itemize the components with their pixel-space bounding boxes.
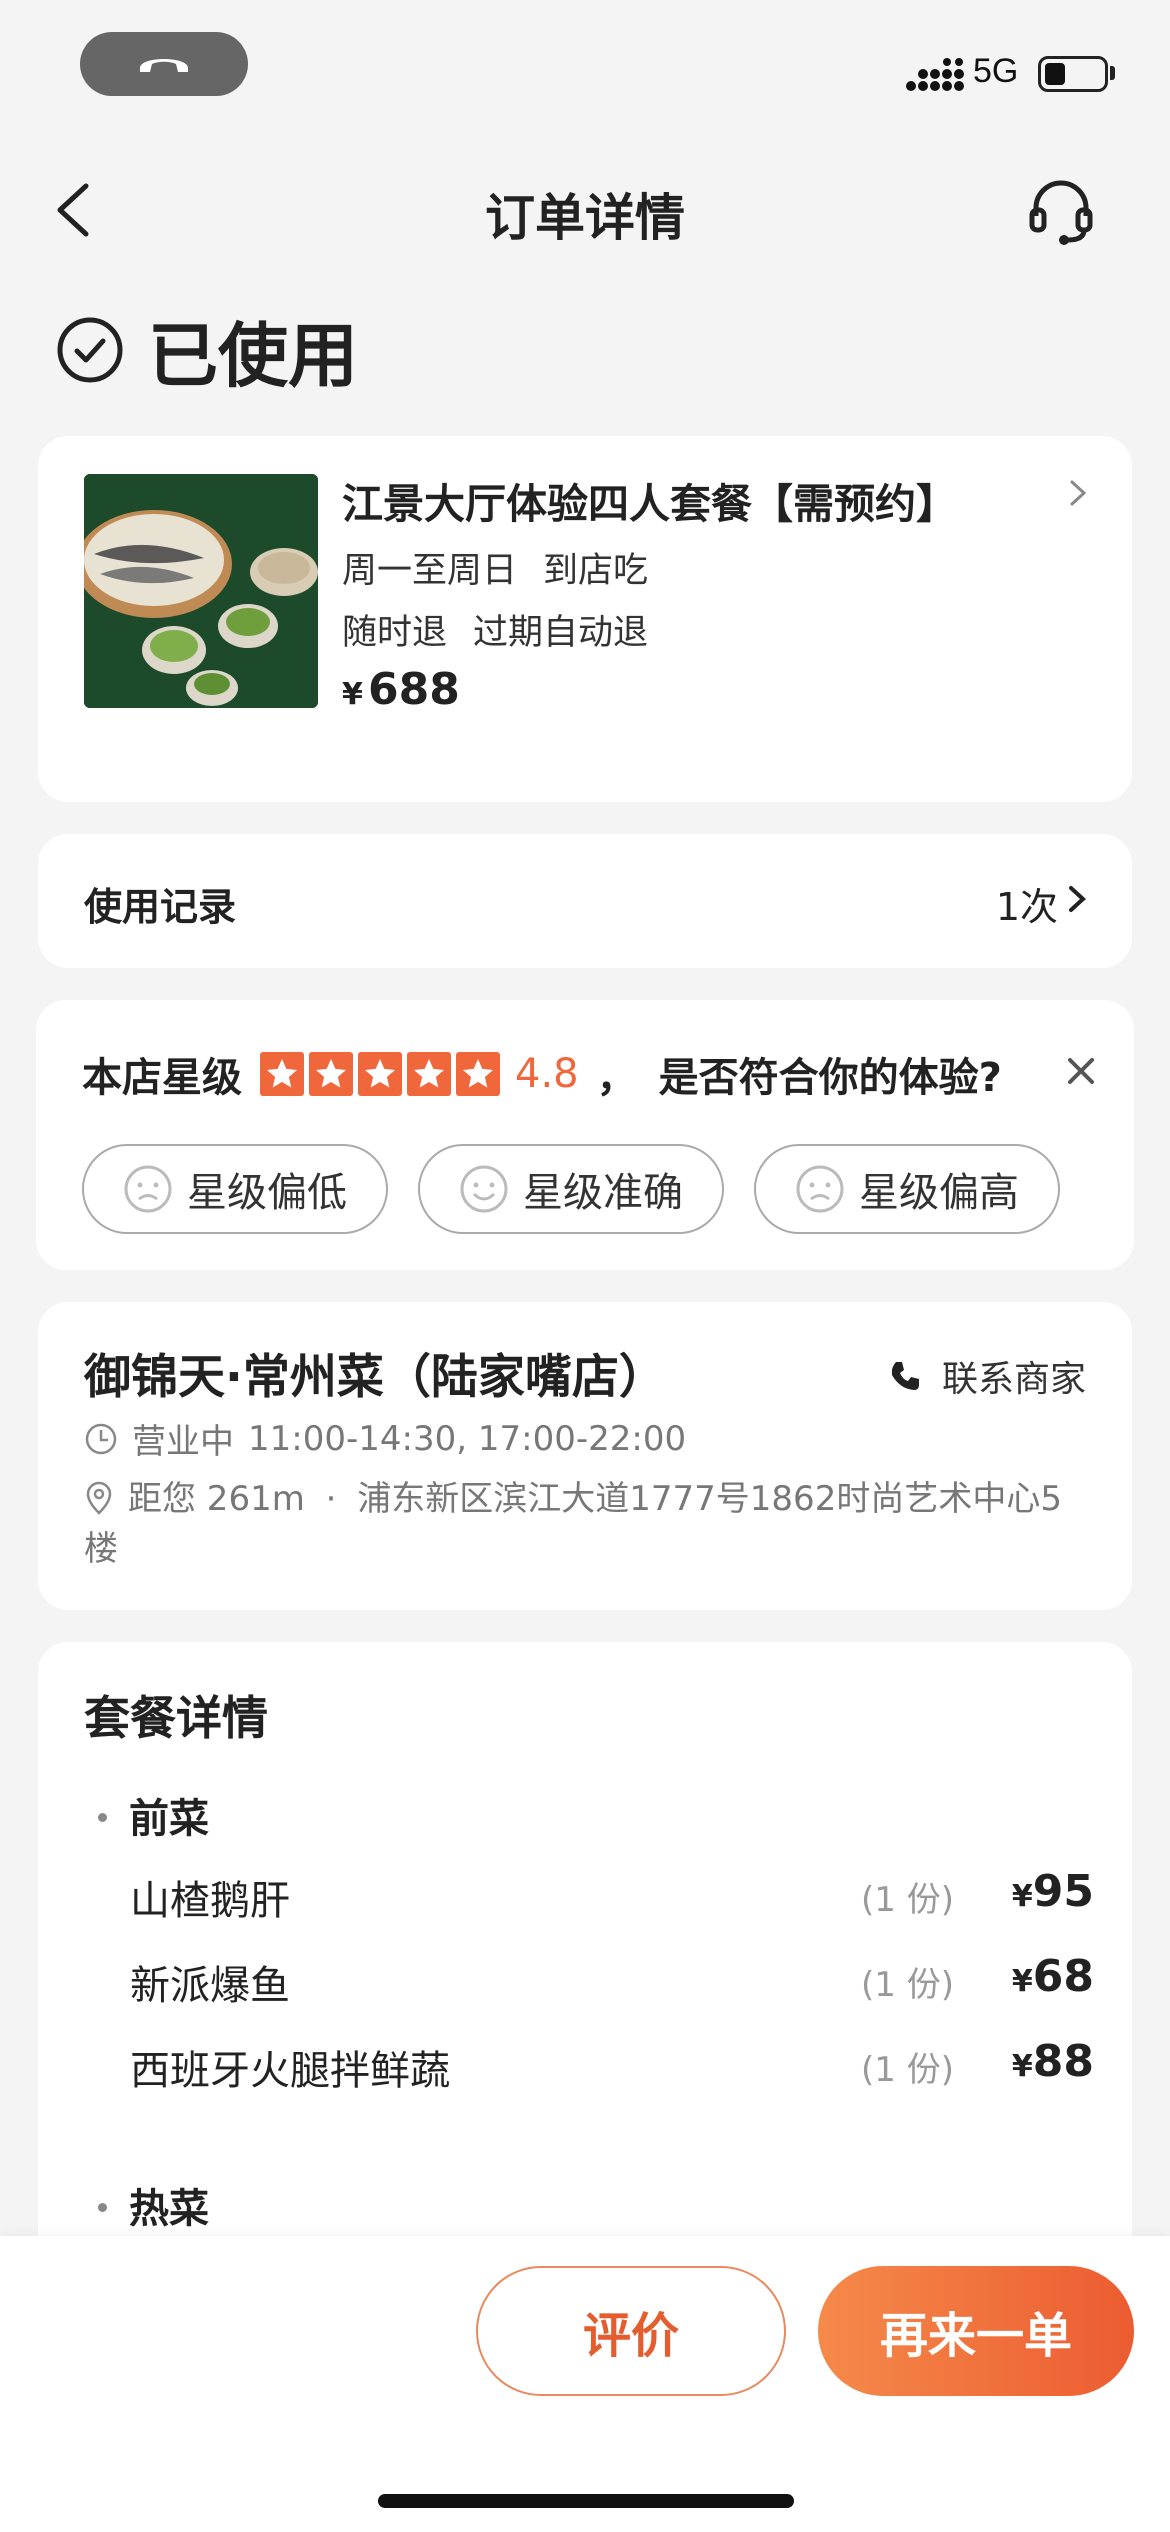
section-name: 热菜 [129, 2186, 209, 2232]
package-title: 套餐详情 [84, 1691, 268, 1745]
location-pin-icon [86, 1481, 112, 1515]
usage-count: 1次 [995, 885, 1058, 929]
page-title: 订单详情 [485, 189, 685, 247]
store-address[interactable]: 距您 261m · 浦东新区滨江大道1777号1862时尚艺术中心5楼 [84, 1474, 1094, 1574]
headset-icon[interactable] [1026, 176, 1096, 246]
item-name: 山楂鹅肝 [130, 1878, 290, 1924]
store-hours: 营业中 11:00-14:30, 17:00-22:00 [84, 1414, 700, 1463]
section-name: 前菜 [129, 1796, 209, 1842]
currency-symbol: ¥ [342, 677, 363, 712]
rating-option-low-button[interactable]: 星级偏低 [82, 1144, 388, 1234]
phone-hangup-icon [140, 59, 188, 72]
rating-option-label: 星级偏低 [187, 1170, 347, 1216]
store-distance: 距您 261m [128, 1479, 305, 1519]
order-status: 已使用 [56, 305, 358, 397]
product-tag: 周一至周日 [342, 551, 518, 591]
rating-option-label: 星级准确 [523, 1170, 683, 1216]
star-rating [260, 1052, 505, 1096]
contact-merchant-label: 联系商家 [941, 1359, 1086, 1400]
item-price: ¥88 [1011, 2036, 1094, 2087]
section-heading: 热菜 [98, 2176, 209, 2234]
review-button[interactable]: 评价 [476, 2266, 786, 2396]
store-card: 御锦天·常州菜（陆家嘴店） 联系商家 营业中 11:00-14:30, 17:0… [38, 1302, 1132, 1610]
rating-option-high-button[interactable]: 星级偏高 [754, 1144, 1060, 1234]
rating-option-accurate-button[interactable]: 星级准确 [418, 1144, 724, 1234]
item-qty: (1 份) [861, 2050, 954, 2090]
store-hours-value: 11:00-14:30, 17:00-22:00 [248, 1418, 687, 1459]
smile-face-icon [460, 1165, 508, 1213]
network-label: 5G [973, 52, 1019, 90]
star-icon [407, 1052, 451, 1096]
product-tags-refund: 随时退 过期自动退 [342, 604, 674, 655]
section-heading: 前菜 [98, 1786, 209, 1844]
home-indicator[interactable] [378, 2494, 794, 2508]
phone-icon [891, 1362, 919, 1390]
rating-row: 本店星级 4.8 ， 是否符合你的体验? [82, 1044, 1002, 1104]
star-icon [358, 1052, 402, 1096]
item-qty: (1 份) [861, 1965, 954, 2005]
bullet-dot [98, 1812, 107, 1822]
product-tag: 过期自动退 [473, 613, 649, 653]
chevron-right-icon [1070, 480, 1087, 506]
check-circle-icon [57, 317, 123, 383]
contact-merchant-button[interactable]: 联系商家 [888, 1350, 1086, 1402]
item-name: 西班牙火腿拌鲜蔬 [130, 2048, 450, 2094]
product-title: 江景大厅体验四人套餐【需预约】 [342, 480, 957, 528]
star-icon [456, 1052, 500, 1096]
order-status-label: 已使用 [148, 314, 358, 397]
product-price: ¥ 688 [342, 664, 460, 715]
package-item-row: 山楂鹅肝 (1 份) ¥95 [130, 1862, 1094, 1924]
reorder-button[interactable]: 再来一单 [818, 2266, 1134, 2396]
usage-record-row[interactable]: 使用记录 1次 [38, 834, 1132, 968]
battery-icon [1038, 56, 1108, 92]
rating-score: 4.8 [515, 1051, 579, 1097]
package-item-row: 新派爆鱼 (1 份) ¥68 [130, 1947, 1094, 2009]
clock-icon [85, 1423, 117, 1454]
nav-bar: 订单详情 [0, 150, 1170, 270]
product-tag: 随时退 [342, 613, 448, 653]
rating-label: 本店星级 [82, 1055, 242, 1101]
store-name[interactable]: 御锦天·常州菜（陆家嘴店） [84, 1338, 666, 1407]
product-tags-schedule: 周一至周日 到店吃 [342, 542, 674, 593]
battery-tip [1110, 66, 1115, 80]
rating-card: 本店星级 4.8 ， 是否符合你的体验? 星级偏低 星级准确 星级偏高 [36, 1000, 1134, 1270]
distance-separator: · [325, 1479, 337, 1519]
chevron-right-icon [1069, 886, 1086, 912]
active-call-pill[interactable] [80, 32, 248, 96]
item-price: ¥68 [1011, 1951, 1094, 2002]
rating-question: 是否符合你的体验? [658, 1055, 1002, 1101]
item-name: 新派爆鱼 [130, 1963, 290, 2009]
item-price: ¥95 [1011, 1866, 1094, 1917]
rating-separator: ， [596, 1055, 637, 1101]
star-icon [260, 1052, 304, 1096]
item-qty: (1 份) [861, 1880, 954, 1920]
rating-option-label: 星级偏高 [859, 1170, 1019, 1216]
price-amount: 688 [367, 664, 460, 715]
bottom-action-bar: 评价 再来一单 [0, 2236, 1170, 2532]
close-icon[interactable] [1066, 1056, 1096, 1086]
package-item-row: 西班牙火腿拌鲜蔬 (1 份) ¥88 [130, 2032, 1094, 2094]
product-tag: 到店吃 [543, 551, 649, 591]
product-image [84, 474, 318, 708]
signal-icon [906, 58, 964, 91]
star-icon [309, 1052, 353, 1096]
status-bar: 5G [0, 0, 1170, 130]
sad-face-icon [796, 1165, 844, 1213]
product-card[interactable]: 江景大厅体验四人套餐【需预约】 周一至周日 到店吃 随时退 过期自动退 ¥ 688 [38, 436, 1132, 802]
usage-record-label: 使用记录 [84, 885, 237, 929]
sad-face-icon [124, 1165, 172, 1213]
bullet-dot [98, 2202, 107, 2212]
store-open-status: 营业中 [132, 1422, 234, 1462]
